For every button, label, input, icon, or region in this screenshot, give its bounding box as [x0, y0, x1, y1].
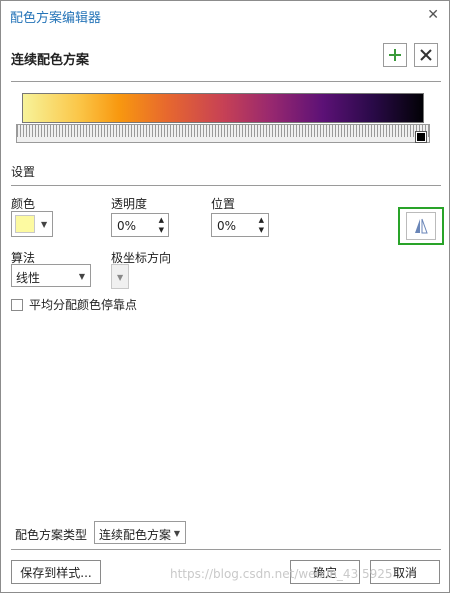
algorithm-select[interactable]: 线性 ▼ [11, 264, 91, 287]
color-swatch [15, 215, 35, 233]
window-title: 配色方案编辑器 [10, 11, 102, 26]
position-label: 位置 [211, 197, 236, 211]
cancel-label: 取消 [392, 565, 417, 580]
ok-label: 确定 [312, 565, 337, 580]
divider-top [11, 81, 441, 82]
plus-icon [389, 49, 401, 61]
color-scheme-editor-window: 配色方案编辑器 ✕ 连续配色方案 设置 颜色 ▼ 透明度 0% ▲ ▼ 位置 0… [0, 0, 450, 593]
scheme-title: 连续配色方案 [11, 53, 90, 68]
decrement-icon[interactable]: ▼ [159, 227, 164, 234]
position-stepper[interactable]: 0% ▲ ▼ [211, 213, 269, 237]
scheme-type-value: 连续配色方案 [99, 528, 172, 542]
algorithm-value: 线性 [16, 271, 41, 285]
color-stop-track[interactable] [16, 124, 430, 143]
divider-footer [11, 549, 441, 550]
flip-button-inner [406, 212, 436, 240]
chevron-down-icon: ▼ [78, 272, 85, 281]
flip-icon [415, 218, 428, 234]
add-stop-button[interactable] [383, 43, 407, 67]
chevron-down-icon: ▼ [41, 220, 48, 229]
decrement-icon[interactable]: ▼ [259, 227, 264, 234]
even-distribute-checkbox[interactable] [11, 298, 23, 311]
increment-icon[interactable]: ▲ [259, 217, 264, 224]
color-label: 颜色 [11, 197, 36, 211]
title-bar: 配色方案编辑器 ✕ [1, 1, 449, 29]
scheme-type-select[interactable]: 连续配色方案 ▼ [94, 521, 186, 544]
chevron-down-icon: ▼ [173, 529, 180, 538]
settings-label: 设置 [11, 165, 36, 179]
position-value: 0% [217, 219, 237, 233]
save-to-style-label: 保存到样式... [20, 565, 92, 580]
color-stop-handle[interactable] [415, 131, 427, 143]
save-to-style-button[interactable]: 保存到样式... [11, 560, 101, 584]
even-distribute-label: 平均分配颜色停靠点 [29, 298, 138, 312]
transparency-stepper[interactable]: 0% ▲ ▼ [111, 213, 169, 237]
increment-icon[interactable]: ▲ [159, 217, 164, 224]
color-picker-dropdown[interactable]: ▼ [11, 211, 53, 237]
transparency-value: 0% [117, 219, 137, 233]
cancel-button[interactable]: 取消 [370, 560, 440, 584]
scheme-type-label: 配色方案类型 [15, 528, 88, 542]
ok-button[interactable]: 确定 [290, 560, 360, 584]
gradient-preview [22, 93, 424, 123]
divider-settings [11, 185, 441, 186]
even-distribute-option[interactable]: 平均分配颜色停靠点 [11, 296, 137, 313]
delete-stop-button[interactable] [414, 43, 438, 67]
flip-scheme-button[interactable] [398, 207, 444, 245]
polar-direction-select[interactable]: ▼ [111, 264, 129, 289]
chevron-down-icon: ▼ [117, 273, 124, 282]
close-icon[interactable]: ✕ [427, 7, 439, 23]
x-icon [420, 49, 432, 61]
transparency-label: 透明度 [111, 197, 148, 211]
